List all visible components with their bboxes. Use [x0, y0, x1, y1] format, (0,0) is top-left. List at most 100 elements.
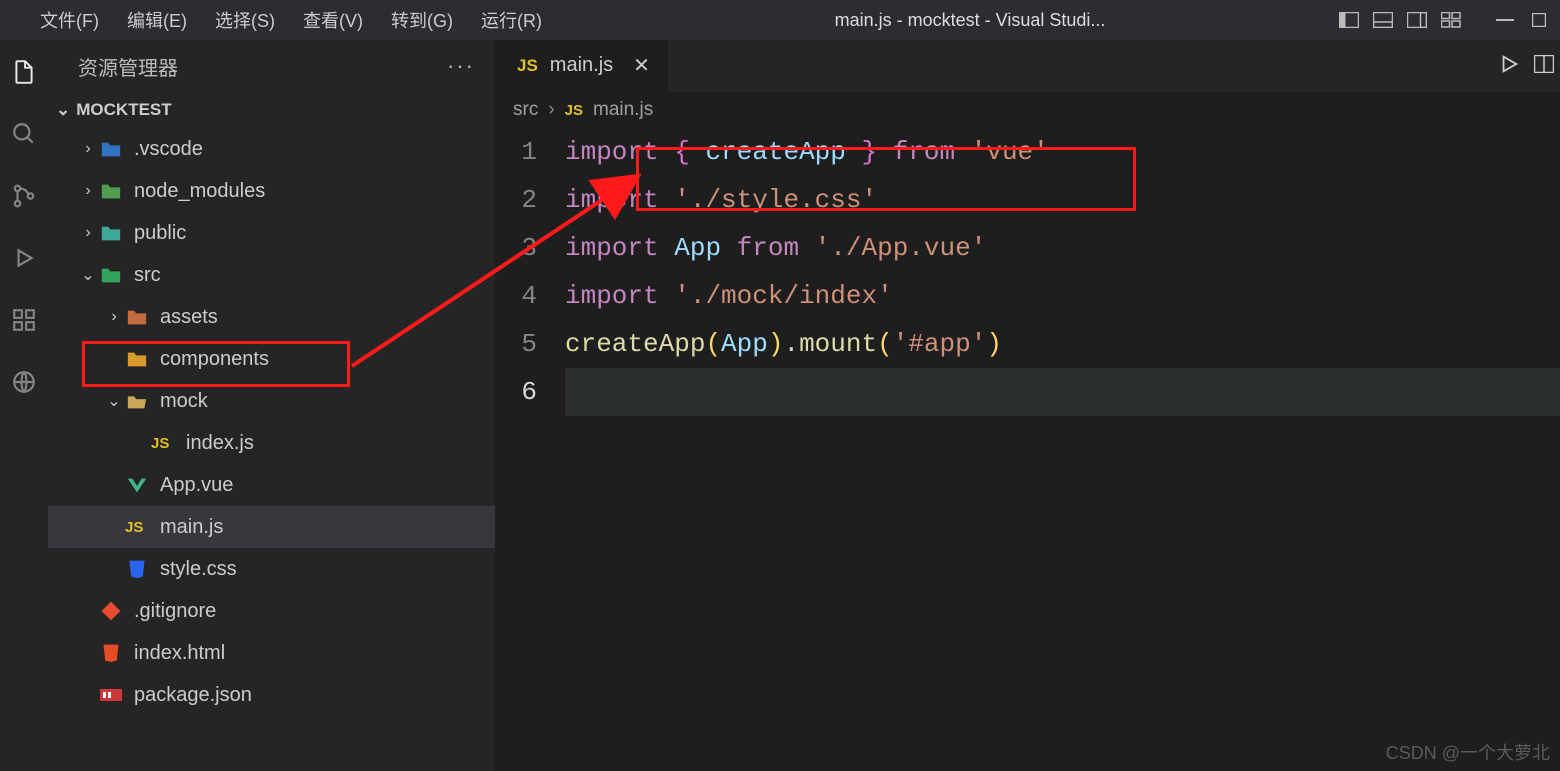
code-line[interactable]: import './mock/index': [565, 272, 1560, 320]
code-line[interactable]: [565, 368, 1560, 416]
line-number: 6: [495, 368, 537, 416]
tree-label: components: [160, 348, 269, 371]
window-minimize-icon[interactable]: [1494, 11, 1516, 29]
git-file-icon: [98, 598, 124, 624]
panel-bottom-icon[interactable]: [1372, 11, 1394, 29]
js-file-icon: JS: [150, 430, 176, 456]
tree-label: .vscode: [134, 138, 203, 161]
code-line[interactable]: import { createApp } from 'vue': [565, 128, 1560, 176]
tree-label: public: [134, 222, 186, 245]
remote-icon[interactable]: [10, 368, 38, 396]
sidebar: 资源管理器 ··· ⌄ MOCKTEST › .vscode › node_mo…: [48, 40, 495, 771]
file-tree: › .vscode › node_modules › public ⌄ src: [48, 128, 495, 716]
code-lines[interactable]: import { createApp } from 'vue' import '…: [565, 128, 1560, 771]
folder-node-icon: [98, 178, 124, 204]
window-maximize-icon[interactable]: [1528, 11, 1550, 29]
menu-view[interactable]: 查看(V): [303, 7, 363, 33]
code-line[interactable]: createApp(App).mount('#app'): [565, 320, 1560, 368]
menu-goto[interactable]: 转到(G): [391, 7, 453, 33]
project-header[interactable]: ⌄ MOCKTEST: [48, 92, 495, 128]
line-number: 5: [495, 320, 537, 368]
line-number: 4: [495, 272, 537, 320]
chevron-right-icon: ›: [78, 182, 98, 200]
tree-folder-components[interactable]: › components: [48, 338, 495, 380]
debug-icon[interactable]: [10, 244, 38, 272]
source-control-icon[interactable]: [10, 182, 38, 210]
sidebar-title: 资源管理器: [78, 52, 178, 81]
tree-label: index.html: [134, 642, 225, 665]
tree-label: App.vue: [160, 474, 233, 497]
code-line[interactable]: import './style.css': [565, 176, 1560, 224]
tree-label: assets: [160, 306, 218, 329]
tree-folder-public[interactable]: › public: [48, 212, 495, 254]
menu-select[interactable]: 选择(S): [215, 7, 275, 33]
tab-main-js[interactable]: JS main.js ✕: [495, 40, 668, 92]
menu-edit[interactable]: 编辑(E): [127, 7, 187, 33]
tree-folder-vscode[interactable]: › .vscode: [48, 128, 495, 170]
tree-file-gitignore[interactable]: › .gitignore: [48, 590, 495, 632]
search-icon[interactable]: [10, 120, 38, 148]
watermark: CSDN @一个大萝北: [1386, 739, 1550, 765]
chevron-right-icon: ›: [78, 140, 98, 158]
code-line[interactable]: import App from './App.vue': [565, 224, 1560, 272]
tree-file-package-json[interactable]: › package.json: [48, 674, 495, 716]
tree-folder-node-modules[interactable]: › node_modules: [48, 170, 495, 212]
breadcrumb-seg[interactable]: src: [513, 99, 538, 121]
tree-label: style.css: [160, 558, 237, 581]
tree-file-index-html[interactable]: › index.html: [48, 632, 495, 674]
js-file-icon: JS: [565, 102, 583, 119]
customize-layout-icon[interactable]: [1440, 11, 1462, 29]
breadcrumb[interactable]: src › JS main.js: [495, 92, 1560, 128]
tree-folder-src[interactable]: ⌄ src: [48, 254, 495, 296]
folder-open-icon: [124, 388, 150, 414]
explorer-icon[interactable]: [10, 58, 38, 86]
window-title: main.js - mocktest - Visual Studi...: [602, 10, 1338, 31]
folder-src-icon: [98, 262, 124, 288]
project-name: MOCKTEST: [76, 100, 171, 120]
tree-label: .gitignore: [134, 600, 216, 623]
code-editor[interactable]: 1 2 3 4 5 6 import { createApp } from 'v…: [495, 128, 1560, 771]
js-file-icon: JS: [124, 514, 150, 540]
tree-label: src: [134, 264, 161, 287]
tree-file-style-css[interactable]: › style.css: [48, 548, 495, 590]
panel-right-icon[interactable]: [1406, 11, 1428, 29]
npm-file-icon: [98, 682, 124, 708]
folder-vscode-icon: [98, 136, 124, 162]
chevron-down-icon: ⌄: [104, 391, 124, 411]
run-icon[interactable]: [1498, 53, 1520, 80]
tree-label: node_modules: [134, 180, 265, 203]
menu-file[interactable]: 文件(F): [40, 7, 99, 33]
sidebar-more-icon[interactable]: ···: [447, 53, 475, 79]
tab-label: main.js: [550, 54, 613, 77]
chevron-right-icon: ›: [104, 308, 124, 326]
html-file-icon: [98, 640, 124, 666]
tabs-row: JS main.js ✕: [495, 40, 1560, 92]
tree-folder-mock[interactable]: ⌄ mock: [48, 380, 495, 422]
layout-controls: [1338, 11, 1550, 29]
folder-public-icon: [98, 220, 124, 246]
tree-file-index-js[interactable]: › JS index.js: [48, 422, 495, 464]
activity-bar: [0, 40, 48, 771]
menu-run[interactable]: 运行(R): [481, 7, 542, 33]
extensions-icon[interactable]: [10, 306, 38, 334]
chevron-down-icon: ⌄: [56, 100, 70, 120]
sidebar-header: 资源管理器 ···: [48, 40, 495, 92]
line-number: 2: [495, 176, 537, 224]
line-number: 3: [495, 224, 537, 272]
breadcrumb-separator-icon: ›: [548, 99, 554, 121]
chevron-down-icon: ⌄: [78, 265, 98, 285]
tree-label: package.json: [134, 684, 252, 707]
split-editor-icon[interactable]: [1534, 55, 1554, 78]
svg-text:JS: JS: [125, 519, 143, 536]
svg-text:JS: JS: [151, 435, 169, 452]
editor-area: JS main.js ✕ src › JS main.js 1 2 3 4 5: [495, 40, 1560, 771]
tree-folder-assets[interactable]: › assets: [48, 296, 495, 338]
vue-file-icon: [124, 472, 150, 498]
tree-file-main-js[interactable]: › JS main.js: [48, 506, 495, 548]
title-bar: 文件(F) 编辑(E) 选择(S) 查看(V) 转到(G) 运行(R) main…: [0, 0, 1560, 40]
folder-components-icon: [124, 346, 150, 372]
tree-file-app-vue[interactable]: › App.vue: [48, 464, 495, 506]
breadcrumb-seg[interactable]: main.js: [593, 99, 653, 121]
panel-left-icon[interactable]: [1338, 11, 1360, 29]
close-tab-icon[interactable]: ✕: [633, 53, 650, 78]
